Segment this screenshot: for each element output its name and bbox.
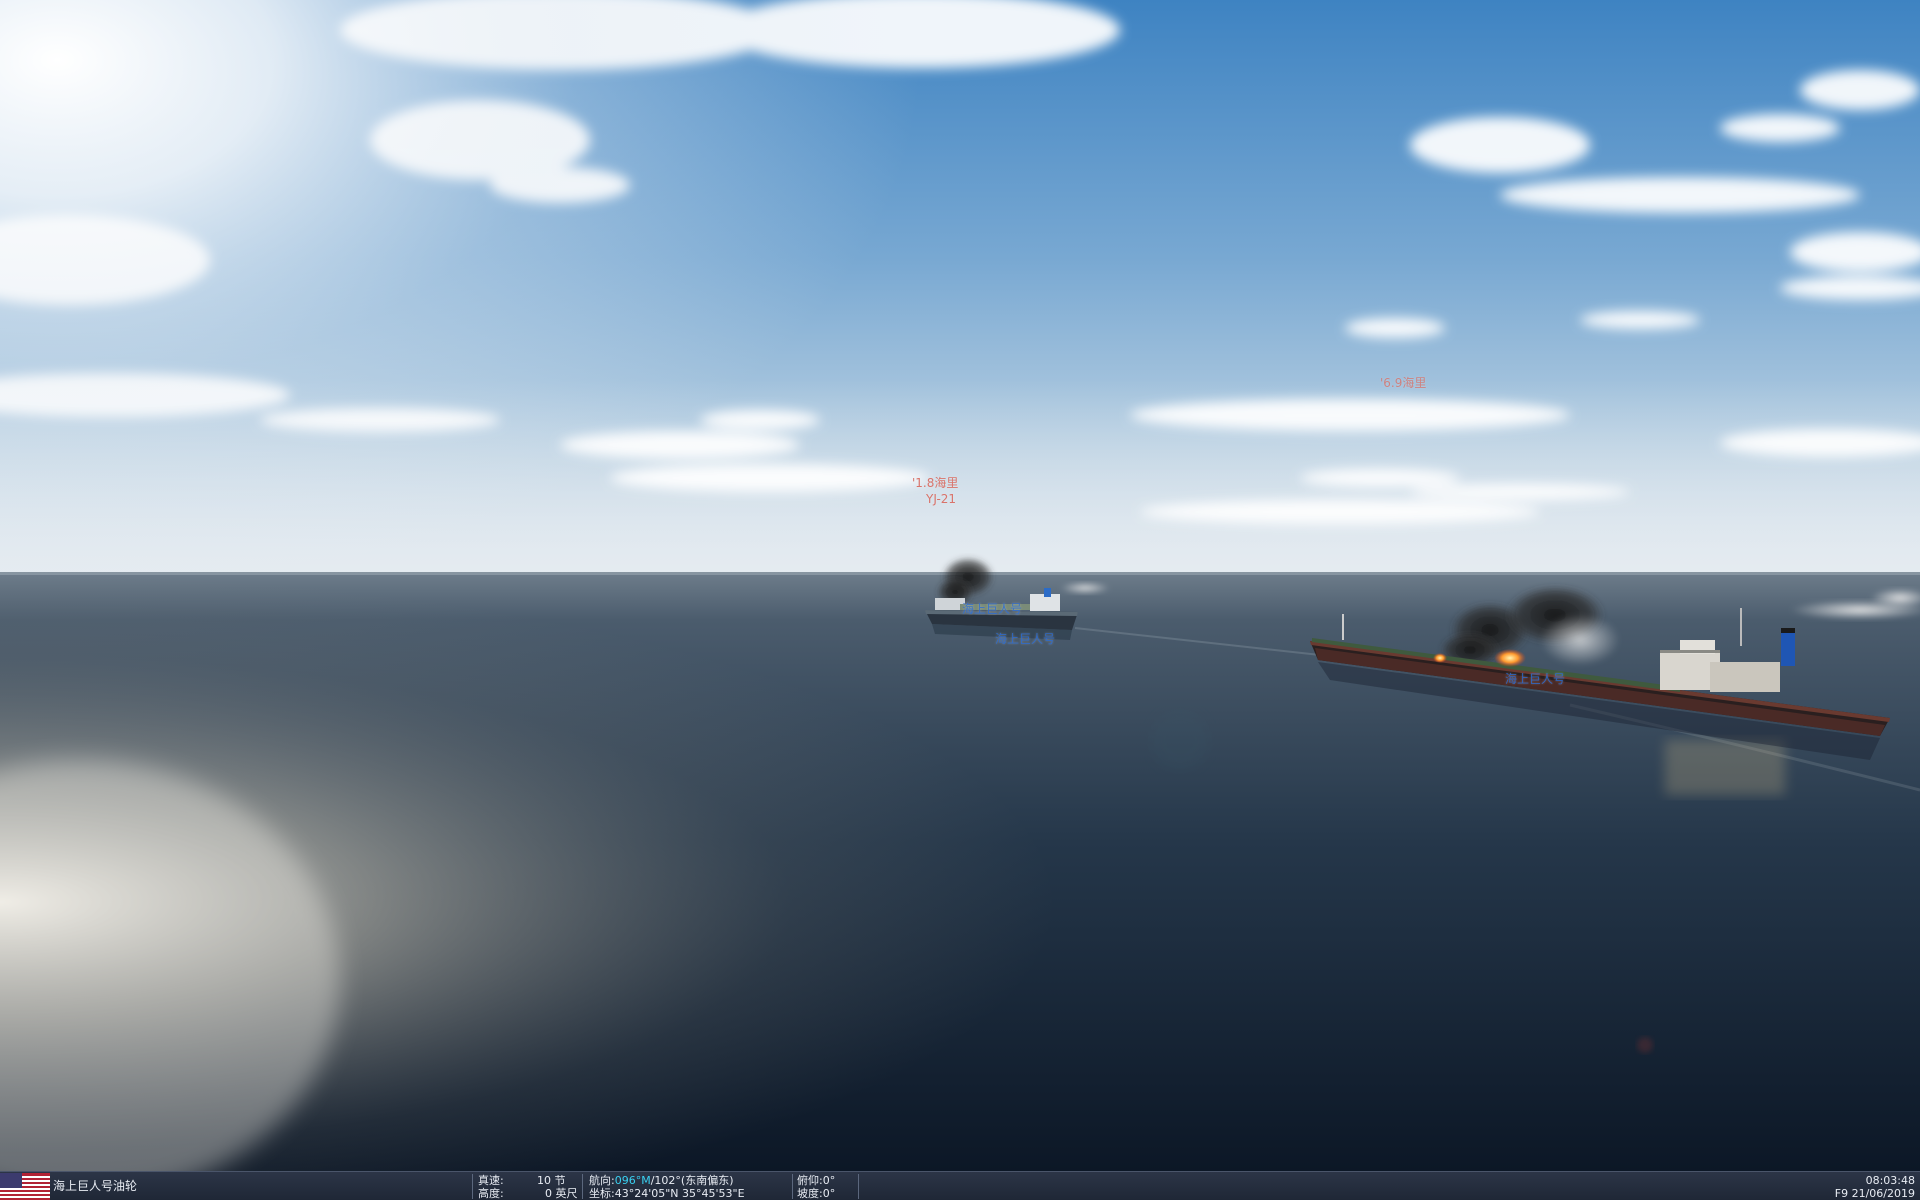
heading-label: 航向:: [589, 1174, 615, 1187]
coords-readout: 坐标:43°24'05"N 35°45'53"E: [589, 1187, 745, 1200]
heading-true: /102°(东南偏东): [650, 1174, 734, 1187]
ship-left-label-b-text: 海上巨人号: [995, 632, 1056, 646]
missile-name-text: YJ-21: [926, 492, 957, 506]
heading-readout: 航向:096°M/102°(东南偏东): [589, 1174, 734, 1187]
ocean-scene: [0, 0, 1920, 1200]
far-contact-range-label: '6.9海里: [1380, 376, 1426, 391]
far-contact-range-text: '6.9海里: [1380, 376, 1427, 390]
unit-name[interactable]: 海上巨人号油轮: [53, 1180, 137, 1193]
ship-right-label[interactable]: 海上巨人号: [1505, 672, 1565, 687]
pitch-readout: 俯仰:0°: [797, 1174, 835, 1187]
missile-range-label: '1.8海里: [912, 476, 958, 491]
coords-label: 坐标:: [589, 1187, 615, 1200]
slope-value: 0°: [822, 1187, 836, 1200]
game-time: 08:03:48: [1865, 1174, 1915, 1187]
speed-value: 10 节: [537, 1174, 566, 1187]
us-flag-icon: [0, 1173, 50, 1200]
heading-magnetic: 096°M: [614, 1174, 651, 1187]
pitch-value: 0°: [822, 1174, 836, 1187]
game-date: F9 21/06/2019: [1834, 1187, 1915, 1200]
missile-name-label: YJ-21: [926, 492, 956, 507]
status-divider: [792, 1174, 793, 1199]
missile-range-text: '1.8海里: [912, 476, 959, 490]
altitude-value: 0 英尺: [545, 1187, 578, 1200]
ship-left-label-a-text: 海上巨人号: [962, 602, 1023, 616]
ship-left-label-b[interactable]: 海上巨人号: [995, 632, 1055, 647]
status-divider: [472, 1174, 473, 1199]
game-viewport[interactable]: '1.8海里 YJ-21 '6.9海里 海上巨人号 海上巨人号 海上巨人号: [0, 0, 1920, 1200]
slope-label: 坡度:: [797, 1187, 823, 1200]
status-divider: [582, 1174, 583, 1199]
speed-label: 真速:: [478, 1174, 504, 1187]
ship-left-label-a[interactable]: 海上巨人号: [962, 602, 1022, 617]
coords-value: 43°24'05"N 35°45'53"E: [614, 1187, 745, 1200]
status-divider: [858, 1174, 859, 1199]
ship-right-label-text: 海上巨人号: [1505, 672, 1566, 686]
unit-status-bar: 海上巨人号油轮 真速: 10 节 高度: 0 英尺 航向:096°M/102°(…: [0, 1171, 1920, 1200]
altitude-label: 高度:: [478, 1187, 504, 1200]
slope-readout: 坡度:0°: [797, 1187, 835, 1200]
pitch-label: 俯仰:: [797, 1174, 823, 1187]
